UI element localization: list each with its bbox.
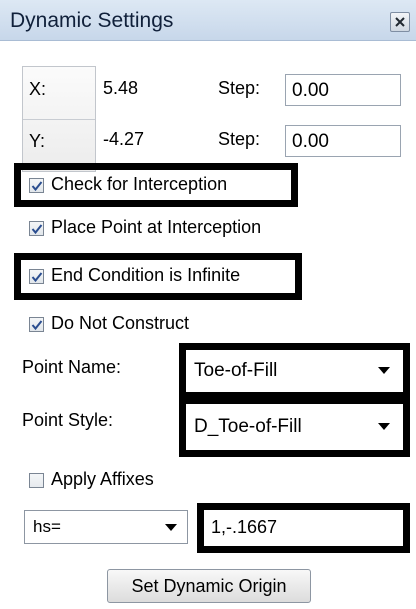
set-dynamic-origin-button[interactable]: Set Dynamic Origin (107, 569, 311, 603)
window-title: Dynamic Settings (10, 9, 174, 32)
point-name-value: Toe-of-Fill (194, 360, 278, 381)
point-name-dropdown[interactable]: Toe-of-Fill (186, 352, 402, 388)
chevron-down-icon (378, 423, 390, 430)
point-style-label: Point Style: (22, 410, 114, 430)
checkbox-do-not-construct[interactable] (29, 317, 44, 332)
point-name-label: Point Name: (22, 357, 122, 377)
chevron-down-icon (165, 524, 177, 531)
close-icon (395, 17, 405, 27)
checkbox-place-point[interactable] (29, 221, 44, 236)
check-icon (31, 181, 43, 192)
x-label: X: (29, 79, 47, 99)
check-icon (31, 320, 43, 331)
checkbox-check-interception[interactable] (29, 178, 44, 193)
apply-affixes-label: Apply Affixes (51, 469, 154, 489)
coordinate-divider (23, 119, 95, 120)
y-value: -4.27 (103, 129, 145, 149)
option-label: End Condition is Infinite (51, 265, 241, 285)
affix-mode-dropdown[interactable]: hs= (24, 510, 188, 544)
x-value: 5.48 (103, 78, 139, 98)
check-icon (31, 272, 43, 283)
option-label: Check for Interception (51, 174, 228, 194)
point-style-dropdown[interactable]: D_Toe-of-Fill (186, 406, 402, 446)
checkbox-end-condition[interactable] (29, 269, 44, 284)
checkbox-apply-affixes[interactable] (29, 473, 44, 488)
option-label: Do Not Construct (51, 313, 190, 333)
affix-value-input[interactable]: 1,-.1667 (204, 510, 403, 546)
option-label: Place Point at Interception (51, 217, 262, 237)
chevron-down-icon (378, 367, 390, 374)
x-step-label: Step: (218, 78, 261, 98)
title-bar: Dynamic Settings (0, 0, 416, 41)
y-label: Y: (29, 131, 46, 151)
y-step-input[interactable]: 0.00 (285, 125, 401, 157)
close-button[interactable] (390, 12, 410, 32)
affix-mode-value: hs= (33, 517, 61, 536)
check-icon (31, 224, 43, 235)
y-step-label: Step: (218, 129, 261, 149)
x-step-input[interactable]: 0.00 (285, 74, 401, 106)
point-style-value: D_Toe-of-Fill (194, 416, 302, 437)
